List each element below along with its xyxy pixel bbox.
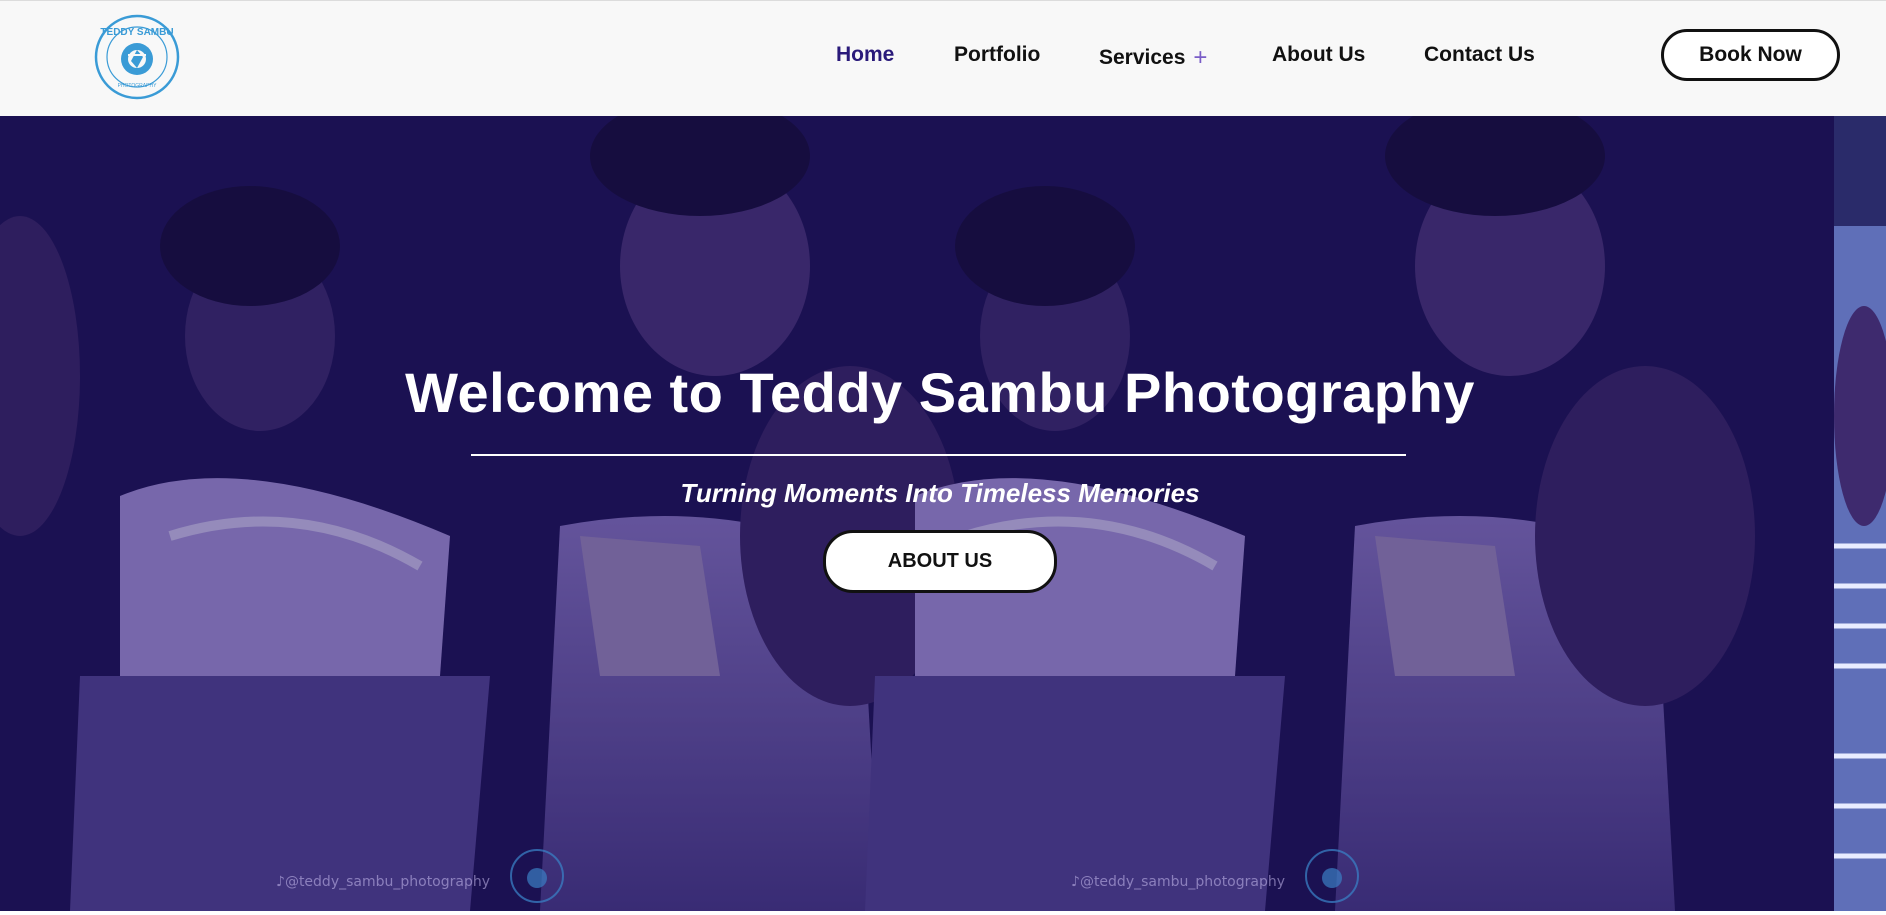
nav-services-label: Services (1099, 46, 1186, 69)
expand-plus-icon[interactable]: + (1193, 44, 1207, 71)
book-now-button[interactable]: Book Now (1661, 29, 1840, 81)
hero-next-slide-edge (1834, 116, 1886, 911)
about-us-button[interactable]: ABOUT US (823, 530, 1057, 593)
nav-about-us-label: About Us (1272, 43, 1366, 66)
watermark-logo-icon (510, 849, 564, 903)
site-header: TEDDY SAMBU PHOTOGRAPHY Home Portfolio S… (0, 0, 1886, 116)
nav-portfolio-label: Portfolio (954, 43, 1041, 66)
hero-subtitle: Turning Moments Into Timeless Memories (680, 478, 1200, 508)
watermark-handle: ♪@teddy_sambu_photography (1071, 874, 1286, 890)
nav-about-us[interactable]: About Us (1272, 43, 1365, 67)
hero-divider (471, 454, 1406, 456)
nav-home[interactable]: Home (836, 43, 894, 67)
hero-section: ♪@teddy_sambu_photography ♪@teddy_sambu_… (0, 116, 1886, 911)
hero-background-photo (0, 116, 1834, 911)
main-nav: Home Portfolio Services + About Us Contac… (0, 1, 1886, 117)
nav-portfolio[interactable]: Portfolio (954, 43, 1040, 67)
hero-title: Welcome to Teddy Sambu Photography (405, 361, 1475, 424)
page-bottom-edge (0, 911, 1886, 915)
nav-contact-us-label: Contact Us (1424, 43, 1535, 66)
watermark-logo-icon (1305, 849, 1359, 903)
nav-services[interactable]: Services + (1099, 43, 1207, 71)
watermark-handle: ♪@teddy_sambu_photography (276, 874, 491, 890)
nav-home-label: Home (836, 43, 895, 66)
nav-contact-us[interactable]: Contact Us (1424, 43, 1535, 67)
